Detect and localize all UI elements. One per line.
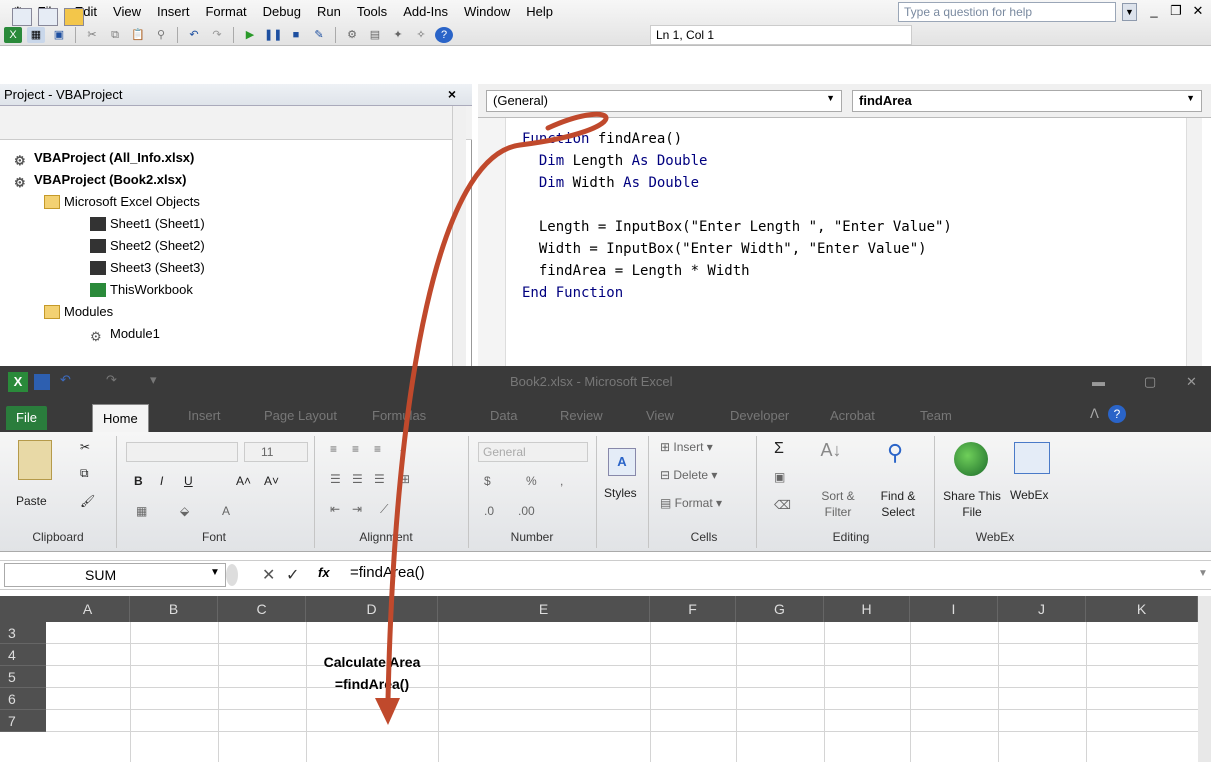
- arrow-head: [375, 698, 400, 725]
- annotation-arrow: [375, 111, 609, 725]
- arrow-path: [385, 111, 609, 703]
